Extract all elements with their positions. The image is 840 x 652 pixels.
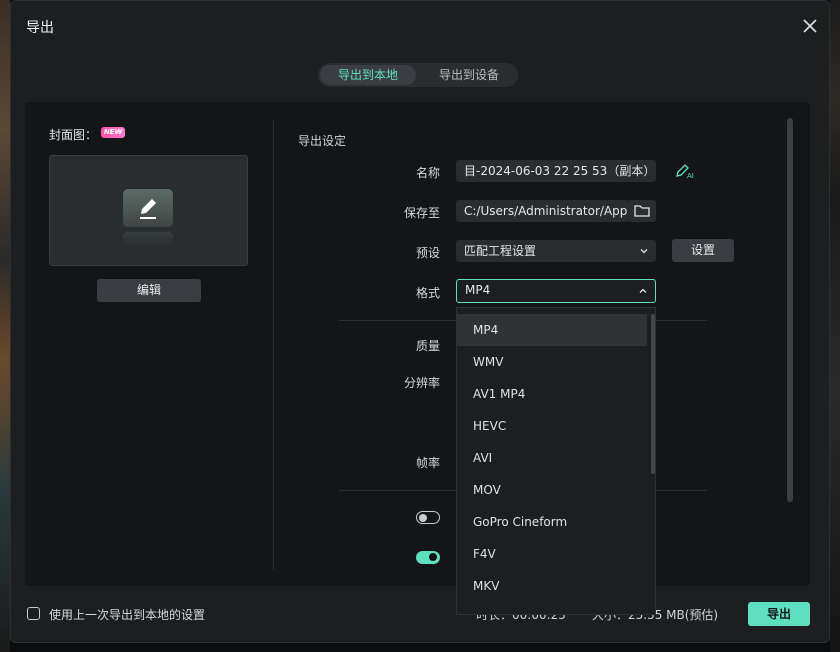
background-strip-left bbox=[0, 0, 10, 652]
chevron-down-icon bbox=[638, 245, 650, 257]
format-value: MP4 bbox=[465, 283, 491, 297]
toggle-switch-off[interactable] bbox=[416, 511, 440, 524]
format-dropdown: MP4 WMV AV1 MP4 HEVC AVI MOV GoPro Cinef… bbox=[456, 307, 656, 615]
save-location-label: 保存至 bbox=[403, 206, 440, 220]
format-option-avi[interactable]: AVI bbox=[457, 442, 647, 474]
svg-text:AI: AI bbox=[687, 172, 694, 180]
save-path-input[interactable]: C:/Users/Administrator/AppData bbox=[456, 200, 628, 222]
reuse-settings-label: 使用上一次导出到本地的设置 bbox=[49, 608, 206, 622]
tab-export-local[interactable]: 导出到本地 bbox=[320, 65, 416, 85]
new-badge: NEW bbox=[101, 127, 125, 138]
format-option-mov[interactable]: MOV bbox=[457, 474, 647, 506]
format-select[interactable]: MP4 bbox=[456, 279, 656, 303]
preset-label: 预设 bbox=[415, 246, 440, 260]
name-label: 名称 bbox=[415, 166, 440, 180]
close-icon[interactable] bbox=[800, 16, 820, 36]
reuse-settings-checkbox[interactable] bbox=[27, 607, 40, 620]
vertical-divider bbox=[273, 120, 274, 570]
format-option-mp4[interactable]: MP4 bbox=[457, 314, 647, 346]
dialog-title: 导出 bbox=[26, 20, 54, 36]
format-option-hevc[interactable]: HEVC bbox=[457, 410, 647, 442]
settings-scrollbar[interactable] bbox=[787, 118, 793, 502]
toggle-knob bbox=[429, 553, 437, 561]
format-option-av1-mp4[interactable]: AV1 MP4 bbox=[457, 378, 647, 410]
folder-icon[interactable] bbox=[628, 200, 656, 222]
format-option-mkv[interactable]: MKV bbox=[457, 570, 647, 602]
chevron-up-icon bbox=[637, 285, 649, 297]
edit-cover-button[interactable]: 编辑 bbox=[97, 279, 201, 302]
preset-value: 匹配工程设置 bbox=[464, 244, 537, 258]
quality-label: 质量 bbox=[415, 339, 440, 353]
cover-icon-reflection bbox=[123, 232, 173, 246]
background-strip-right bbox=[830, 0, 840, 652]
format-option-gopro-cineform[interactable]: GoPro Cineform bbox=[457, 506, 647, 538]
framerate-label: 帧率 bbox=[415, 456, 440, 470]
format-option-wmv[interactable]: WMV bbox=[457, 346, 647, 378]
ai-edit-icon[interactable]: AI bbox=[674, 162, 696, 180]
toggle-knob bbox=[419, 513, 427, 522]
export-settings-title: 导出设定 bbox=[298, 134, 347, 148]
name-input[interactable]: 目-2024-06-03 22 25 53（副本） bbox=[456, 160, 656, 182]
tab-export-device[interactable]: 导出到设备 bbox=[422, 65, 516, 85]
resolution-label: 分辨率 bbox=[403, 376, 440, 390]
preset-select[interactable]: 匹配工程设置 bbox=[456, 240, 656, 262]
cover-label: 封面图： bbox=[49, 128, 98, 142]
toggle-switch-on[interactable] bbox=[416, 551, 440, 564]
edit-pencil-icon bbox=[123, 189, 173, 227]
format-label: 格式 bbox=[415, 286, 440, 300]
dropdown-scrollbar[interactable] bbox=[651, 314, 655, 474]
format-option-f4v[interactable]: F4V bbox=[457, 538, 647, 570]
preset-settings-button[interactable]: 设置 bbox=[672, 239, 734, 262]
export-button[interactable]: 导出 bbox=[748, 602, 810, 626]
export-target-tabs: 导出到本地 导出到设备 bbox=[318, 63, 518, 87]
